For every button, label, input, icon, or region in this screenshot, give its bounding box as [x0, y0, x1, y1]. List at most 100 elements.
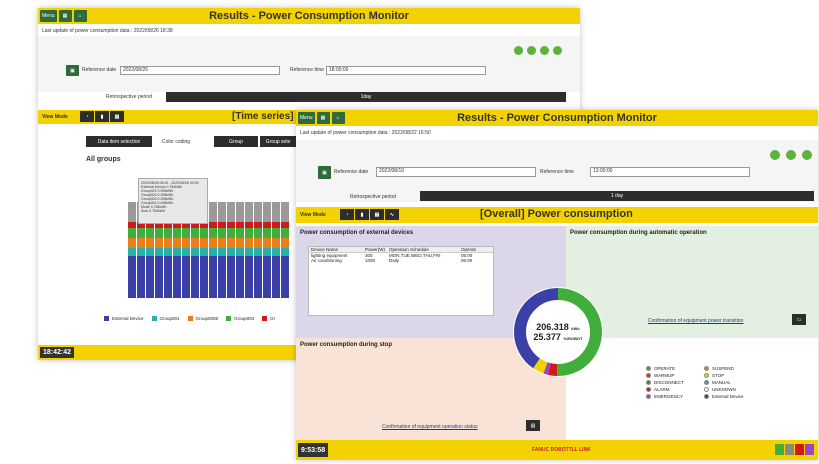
stacked-bar-segment	[191, 228, 199, 238]
legend-item-external-device: External Device	[704, 394, 744, 399]
reference-date-label: Reference date	[334, 169, 369, 175]
panel-title: Power consumption during automatic opera…	[570, 230, 707, 236]
donut-center: 206.318 kWh 25.377 %/ROBOT	[528, 322, 588, 342]
refresh-icon[interactable]	[514, 46, 523, 55]
reference-date-field[interactable]: 2022/08/10	[376, 167, 536, 177]
reference-time-field[interactable]: 18:00:00	[326, 66, 486, 75]
group-selection-button[interactable]: Group sele	[260, 136, 296, 147]
menu-button[interactable]: Menu	[298, 112, 315, 124]
stacked-bar-segment	[182, 248, 190, 256]
table-icon[interactable]: ▤	[526, 420, 540, 431]
stacked-bar-segment	[236, 256, 244, 298]
tab-title: [Overall] Power consumption	[480, 208, 633, 220]
stacked-bar-segment	[281, 202, 289, 222]
table-view-icon[interactable]: ▤	[370, 209, 384, 220]
table-view-icon[interactable]: ▤	[110, 111, 124, 122]
info-icon[interactable]	[527, 46, 536, 55]
settings-icon[interactable]	[802, 150, 812, 160]
stacked-bar-segment	[209, 202, 217, 222]
stacked-bar-segment	[173, 256, 181, 298]
retro-select[interactable]: 1day	[166, 92, 566, 102]
home-icon[interactable]: ⌂	[73, 10, 87, 22]
stacked-bar-segment	[272, 222, 280, 228]
bar-view-icon[interactable]: ▮	[95, 111, 109, 122]
stacked-bar-segment	[128, 202, 136, 222]
grid-icon[interactable]: ▦	[316, 112, 330, 124]
home-icon[interactable]: ⌂	[331, 112, 345, 124]
overall-view-icon[interactable]: ◔	[80, 111, 94, 122]
power-transition-link[interactable]: Confirmation of equipment power transiti…	[648, 318, 743, 324]
calendar-icon[interactable]: ▣	[66, 65, 79, 76]
stacked-bar-segment	[164, 248, 172, 256]
view-bar: View Mode ◔ ▮ ▤ ∿ [Overall] Power consum…	[296, 207, 818, 223]
stacked-bar-segment	[236, 248, 244, 256]
stacked-bar-segment	[272, 238, 280, 248]
menu-button[interactable]: Menu	[40, 10, 57, 22]
overall-view-icon[interactable]: ◔	[340, 209, 354, 220]
clock: 9:53:58	[298, 443, 329, 457]
data-item-button[interactable]: Data item selection	[86, 136, 152, 147]
settings-icon[interactable]	[553, 46, 562, 55]
top-buttons: Menu ▦ ⌂	[298, 112, 345, 124]
stacked-bar-segment	[200, 256, 208, 298]
stacked-bar-segment	[236, 238, 244, 248]
stacked-bar-segment	[245, 202, 253, 222]
stacked-bar-segment	[281, 238, 289, 248]
stacked-bar-segment	[218, 248, 226, 256]
panel-title: Power consumption during stop	[300, 342, 392, 348]
stacked-bar-segment	[281, 228, 289, 238]
stacked-bar-segment	[128, 248, 136, 256]
calendar-icon[interactable]: ▣	[318, 166, 331, 179]
legend-item-unknown: UNKNOWN	[704, 387, 744, 392]
stacked-bar-segment	[209, 238, 217, 248]
group-select[interactable]: Group	[214, 136, 258, 147]
stacked-bar-segment	[218, 256, 226, 298]
stacked-bar-segment	[245, 228, 253, 238]
operation-status-link[interactable]: Confirmation of equipment operation stat…	[382, 424, 478, 430]
retro-select[interactable]: 1 day	[420, 191, 814, 201]
stacked-bar-segment	[236, 202, 244, 222]
stacked-bar-segment	[263, 228, 271, 238]
window-title: Results - Power Consumption Monitor	[296, 110, 818, 126]
stacked-bar-segment	[236, 222, 244, 228]
stacked-bar-segment	[227, 202, 235, 222]
stacked-bar-segment	[281, 248, 289, 256]
stacked-bar-segment	[173, 248, 181, 256]
retro-label: Retrospective period	[350, 194, 396, 200]
reference-time-field[interactable]: 13:00:00	[590, 167, 750, 177]
stacked-bar-segment	[227, 228, 235, 238]
reference-date-field[interactable]: 2022/08/26	[120, 66, 280, 75]
refresh-icon[interactable]	[770, 150, 780, 160]
chart-icon[interactable]: ▭	[792, 314, 806, 325]
stacked-bar-segment	[254, 248, 262, 256]
last-update: Last update of power consumption data : …	[300, 130, 431, 136]
stacked-bar-segment	[128, 222, 136, 228]
donut-unit1: kWh	[571, 326, 580, 331]
stacked-bar-segment	[209, 248, 217, 256]
panel-title: Power consumption of external devices	[300, 230, 414, 236]
bar-view-icon[interactable]: ▮	[355, 209, 369, 220]
grid-icon[interactable]: ▦	[58, 10, 72, 22]
stacked-bar-segment	[227, 256, 235, 298]
stacked-bar-segment	[200, 228, 208, 238]
status-icon-gray	[785, 444, 794, 455]
legend-item-disconnect: DISCONNECT	[646, 380, 684, 385]
stacked-bar-segment	[209, 256, 217, 298]
stacked-bar-segment	[218, 238, 226, 248]
stacked-bar-segment	[218, 222, 226, 228]
stacked-bar-segment	[128, 238, 136, 248]
stacked-bar-segment	[146, 228, 154, 238]
trend-view-icon[interactable]: ∿	[385, 209, 399, 220]
stacked-bar-segment	[272, 248, 280, 256]
stacked-bar-segment	[200, 248, 208, 256]
chart-tooltip: 2022/08/26 06:00 - 2022/08/26 09:00 Exte…	[138, 178, 208, 224]
clock: 18:42:42	[40, 347, 75, 358]
table-row[interactable]: Air conditioning 1000 Daily 06:00	[309, 258, 493, 263]
export-icon[interactable]	[540, 46, 549, 55]
info-icon[interactable]	[786, 150, 796, 160]
stacked-bar-segment	[227, 222, 235, 228]
view-mode-label: View Mode	[42, 114, 68, 120]
stacked-bar-segment	[137, 256, 145, 298]
stacked-bar-segment	[254, 222, 262, 228]
donut-value2: 25.377	[533, 332, 561, 342]
